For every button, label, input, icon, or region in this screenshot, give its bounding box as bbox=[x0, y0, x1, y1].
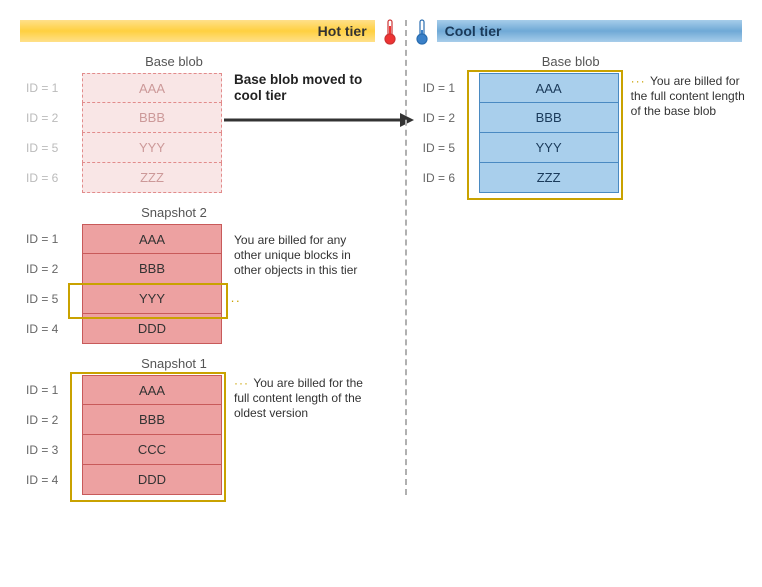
table-row: ID = 3CCC bbox=[20, 435, 405, 465]
row-id: ID = 6 bbox=[20, 163, 82, 193]
hot-tier-header: Hot tier bbox=[20, 20, 375, 42]
hot-tier-label: Hot tier bbox=[318, 23, 367, 39]
row-value: BBB bbox=[479, 103, 619, 133]
table-row: ID = 6ZZZ bbox=[20, 163, 405, 193]
row-id: ID = 1 bbox=[20, 375, 82, 405]
cool-tier-label: Cool tier bbox=[445, 23, 502, 39]
row-value: ZZZ bbox=[479, 163, 619, 193]
table-row: ID = 5YYY bbox=[417, 133, 742, 163]
hot-tier: Hot tier Base blob ID = 1AAA ID = 2BBB I… bbox=[20, 20, 405, 495]
thermometer-cool-icon bbox=[409, 18, 435, 46]
row-value: YYY bbox=[82, 133, 222, 163]
row-value: BBB bbox=[82, 405, 222, 435]
row-id: ID = 5 bbox=[20, 133, 82, 163]
row-value: AAA bbox=[479, 73, 619, 103]
hot-snapshot-1: Snapshot 1 ID = 1AAA ID = 2BBB ID = 3CCC… bbox=[20, 356, 405, 495]
table-row: ID = 4DDD bbox=[20, 314, 405, 344]
table-row: ID = 6ZZZ bbox=[417, 163, 742, 193]
row-id: ID = 1 bbox=[20, 224, 82, 254]
dots-icon: ··· bbox=[225, 293, 241, 308]
cool-base-title: Base blob bbox=[473, 54, 669, 69]
row-id: ID = 2 bbox=[20, 405, 82, 435]
table-row: ID = 5YYY bbox=[20, 284, 405, 314]
row-value: DDD bbox=[82, 465, 222, 495]
row-id: ID = 1 bbox=[417, 73, 479, 103]
row-id: ID = 5 bbox=[20, 284, 82, 314]
snap2-annotation: You are billed for any other unique bloc… bbox=[234, 233, 374, 278]
annotation-text: You are billed for the full content leng… bbox=[234, 376, 363, 420]
hot-base-title: Base blob bbox=[76, 54, 272, 69]
row-value: CCC bbox=[82, 435, 222, 465]
thermometer-hot-icon bbox=[377, 18, 403, 46]
dots-icon: ··· bbox=[234, 376, 253, 390]
row-value: DDD bbox=[82, 314, 222, 344]
row-id: ID = 2 bbox=[20, 254, 82, 284]
row-id: ID = 4 bbox=[20, 314, 82, 344]
move-arrow-label: Base blob moved to cool tier bbox=[234, 72, 384, 104]
row-id: ID = 3 bbox=[20, 435, 82, 465]
cool-base-annotation: ··· You are billed for the full content … bbox=[631, 74, 751, 119]
row-value: AAA bbox=[82, 375, 222, 405]
row-value: AAA bbox=[82, 224, 222, 254]
row-value: BBB bbox=[82, 254, 222, 284]
cool-base-blob: Base blob ID = 1AAA ID = 2BBB ID = 5YYY … bbox=[417, 54, 742, 193]
row-value: YYY bbox=[479, 133, 619, 163]
snap1-annotation: ··· You are billed for the full content … bbox=[234, 376, 374, 421]
arrow-icon bbox=[224, 110, 414, 130]
row-value: YYY bbox=[82, 284, 222, 314]
row-id: ID = 5 bbox=[417, 133, 479, 163]
row-value: BBB bbox=[82, 103, 222, 133]
row-id: ID = 2 bbox=[20, 103, 82, 133]
tiers-container: Hot tier Base blob ID = 1AAA ID = 2BBB I… bbox=[20, 20, 742, 495]
row-id: ID = 4 bbox=[20, 465, 82, 495]
snap1-title: Snapshot 1 bbox=[76, 356, 272, 371]
row-id: ID = 1 bbox=[20, 73, 82, 103]
dots-icon: ··· bbox=[631, 74, 650, 88]
annotation-text: You are billed for any other unique bloc… bbox=[234, 233, 357, 277]
row-id: ID = 6 bbox=[417, 163, 479, 193]
snap2-title: Snapshot 2 bbox=[76, 205, 272, 220]
cool-tier: Cool tier Base blob ID = 1AAA ID = 2BBB … bbox=[405, 20, 742, 495]
cool-tier-header: Cool tier bbox=[437, 20, 742, 42]
table-row: ID = 4DDD bbox=[20, 465, 405, 495]
hot-base-blob: Base blob ID = 1AAA ID = 2BBB ID = 5YYY … bbox=[20, 54, 405, 193]
table-row: ID = 5YYY bbox=[20, 133, 405, 163]
row-value: AAA bbox=[82, 73, 222, 103]
row-value: ZZZ bbox=[82, 163, 222, 193]
hot-snapshot-2: Snapshot 2 ID = 1AAA ID = 2BBB ID = 5YYY… bbox=[20, 205, 405, 344]
row-id: ID = 2 bbox=[417, 103, 479, 133]
